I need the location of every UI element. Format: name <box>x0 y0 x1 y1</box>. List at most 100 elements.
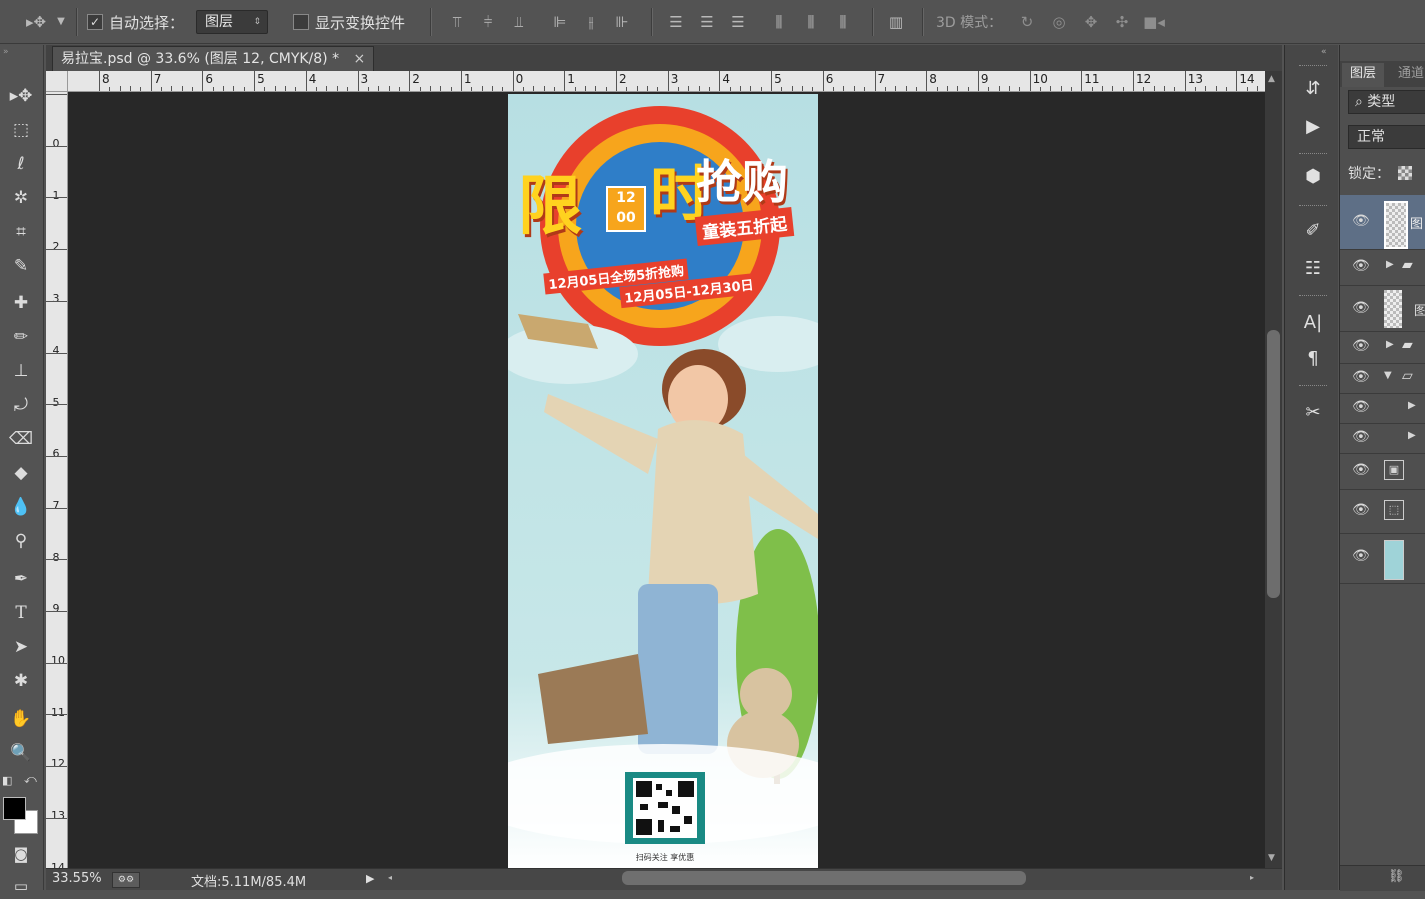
align-left-icon[interactable]: ⊫ <box>549 13 571 31</box>
close-tab-icon[interactable]: × <box>354 51 366 67</box>
canvas-area[interactable]: 限 12 00 时 抢购 童装五折起 12月05日全场5折抢购 12月05日-1… <box>68 92 1265 868</box>
history-panel-icon[interactable]: ⇵ <box>1299 75 1327 103</box>
layer-row-group[interactable]: 👁 ▶ ▰ <box>1340 332 1425 364</box>
link-layers-icon[interactable]: ⛓ <box>1388 869 1405 884</box>
brush-tool-icon[interactable]: ✏ <box>7 324 35 350</box>
tools-options-icon[interactable]: ✂ <box>1299 399 1327 427</box>
distribute-hcenter-icon[interactable]: ⫼ <box>800 13 822 31</box>
path-selection-tool-icon[interactable]: ➤ <box>7 634 35 660</box>
collapse-arrows-icon[interactable]: » <box>3 47 9 57</box>
panel-grip[interactable] <box>1299 295 1327 299</box>
vertical-scroll-thumb[interactable] <box>1267 330 1280 598</box>
eye-icon[interactable]: 👁 <box>1352 369 1370 385</box>
document-tab[interactable]: 易拉宝.psd @ 33.6% (图层 12, CMYK/8) * × <box>52 46 375 71</box>
align-hcenter-icon[interactable]: ⫲ <box>580 13 602 31</box>
drag-3d-icon[interactable]: ✥ <box>1080 13 1102 31</box>
lock-transparency-icon[interactable] <box>1398 166 1412 180</box>
eye-icon[interactable]: 👁 <box>1352 548 1370 564</box>
lasso-tool-icon[interactable]: ℓ <box>7 151 35 177</box>
3d-panel-icon[interactable]: ⬢ <box>1299 163 1327 191</box>
distribute-bottom-icon[interactable]: ☰ <box>727 13 749 31</box>
panel-grip[interactable] <box>1299 385 1327 389</box>
paragraph-panel-icon[interactable]: ¶ <box>1299 345 1327 373</box>
eye-icon[interactable]: 👁 <box>1352 502 1370 518</box>
scroll-down-arrow-icon[interactable]: ▼ <box>1268 853 1275 863</box>
poster-artwork[interactable]: 限 12 00 时 抢购 童装五折起 12月05日全场5折抢购 12月05日-1… <box>508 94 818 868</box>
eye-icon[interactable]: 👁 <box>1352 213 1370 229</box>
layer-row[interactable]: 👁 图 <box>1340 286 1425 332</box>
scroll-up-arrow-icon[interactable]: ▲ <box>1268 74 1275 84</box>
foreground-color-swatch[interactable] <box>3 797 26 820</box>
layer-row-subgroup[interactable]: 👁 ▶ <box>1340 394 1425 424</box>
horizontal-scroll-thumb[interactable] <box>622 871 1026 885</box>
scale-3d-icon[interactable]: ■◂ <box>1143 13 1165 31</box>
quick-mask-icon[interactable]: ◙ <box>7 841 35 867</box>
healing-brush-tool-icon[interactable]: ✚ <box>7 290 35 316</box>
status-menu-arrow-icon[interactable]: ▶ <box>366 872 374 885</box>
eye-icon[interactable]: 👁 <box>1352 429 1370 445</box>
move-tool-icon[interactable]: ▸✥ <box>7 83 35 109</box>
clone-stamp-tool-icon[interactable]: ⊥ <box>7 358 35 384</box>
align-vcenter-icon[interactable]: ⫩ <box>477 13 499 31</box>
adjustments-panel-icon[interactable]: ☷ <box>1299 255 1327 283</box>
default-colors-icon[interactable]: ◧ <box>2 774 12 787</box>
eye-icon[interactable]: 👁 <box>1352 338 1370 354</box>
eye-icon[interactable]: 👁 <box>1352 462 1370 478</box>
eraser-tool-icon[interactable]: ⌫ <box>7 426 35 452</box>
slide-3d-icon[interactable]: ✣ <box>1111 13 1133 31</box>
actions-panel-icon[interactable]: ▶ <box>1299 113 1327 141</box>
paint-bucket-tool-icon[interactable]: ◆ <box>7 460 35 486</box>
distribute-top-icon[interactable]: ☰ <box>665 13 687 31</box>
distribute-left-icon[interactable]: ⫼ <box>768 13 790 31</box>
layer-filter-select[interactable]: ⌕ 类型 <box>1348 90 1425 114</box>
screen-mode-icon[interactable]: ▭ <box>7 873 35 899</box>
ruler-origin[interactable] <box>46 71 68 92</box>
auto-select-target-select[interactable]: 图层 ⇕ <box>196 10 268 34</box>
expand-arrow-icon[interactable]: ▶ <box>1408 400 1416 411</box>
show-transform-checkbox[interactable]: 显示变换控件 <box>293 0 405 44</box>
zoom-tool-icon[interactable]: 🔍 <box>7 740 35 766</box>
magic-wand-tool-icon[interactable]: ✲ <box>7 185 35 211</box>
panel-grip[interactable] <box>1299 153 1327 157</box>
tool-preset-dropdown-icon[interactable]: ▼ <box>54 13 68 31</box>
dodge-tool-icon[interactable]: ⚲ <box>7 528 35 554</box>
auto-select-checkbox[interactable]: ✓ 自动选择： <box>87 0 184 44</box>
align-bottom-icon[interactable]: ⫫ <box>508 13 530 31</box>
tab-channels[interactable]: 通道 <box>1398 63 1424 85</box>
blur-tool-icon[interactable]: 💧 <box>7 494 35 520</box>
swap-colors-icon[interactable]: ⤺ <box>24 772 37 787</box>
distribute-vcenter-icon[interactable]: ☰ <box>696 13 718 31</box>
expand-panels-icon[interactable]: « <box>1321 47 1327 57</box>
horizontal-ruler[interactable]: 8 7 6 5 4 3 2 1 0 1 2 3 4 5 6 7 8 9 10 11 12 13 14 <box>46 71 1265 92</box>
type-tool-icon[interactable]: T <box>7 600 35 626</box>
history-brush-tool-icon[interactable]: ⤾ <box>7 392 35 418</box>
tool-presets-icon[interactable]: ✐ <box>1299 217 1327 245</box>
tab-layers[interactable]: 图层 <box>1342 63 1385 87</box>
character-panel-icon[interactable]: A| <box>1299 309 1327 337</box>
layer-row-subgroup[interactable]: 👁 ▶ <box>1340 424 1425 454</box>
collapse-arrow-icon[interactable]: ▼ <box>1384 370 1392 381</box>
distribute-right-icon[interactable]: ⫼ <box>832 13 854 31</box>
align-right-icon[interactable]: ⊪ <box>611 13 633 31</box>
expand-arrow-icon[interactable]: ▶ <box>1408 430 1416 441</box>
align-top-icon[interactable]: ⫪ <box>446 13 468 31</box>
panel-grip[interactable] <box>1299 205 1327 209</box>
rotate-3d-icon[interactable]: ↻ <box>1016 13 1038 31</box>
crop-tool-icon[interactable]: ⌗ <box>7 219 35 245</box>
layer-row-background[interactable]: 👁 <box>1340 534 1425 584</box>
expand-arrow-icon[interactable]: ▶ <box>1386 259 1394 270</box>
layer-row-group[interactable]: 👁 ▶ ▰ <box>1340 250 1425 286</box>
zoom-level[interactable]: 33.55% <box>52 871 102 886</box>
layer-row-smart-object[interactable]: 👁 ▣ <box>1340 454 1425 490</box>
panel-grip[interactable] <box>1299 65 1327 69</box>
roll-3d-icon[interactable]: ◎ <box>1048 13 1070 31</box>
eye-icon[interactable]: 👁 <box>1352 300 1370 316</box>
eye-icon[interactable]: 👁 <box>1352 258 1370 274</box>
blend-mode-select[interactable]: 正常 <box>1348 125 1425 149</box>
eye-icon[interactable]: 👁 <box>1352 399 1370 415</box>
zoom-widget-icon[interactable]: ⚙⚙ <box>112 872 140 888</box>
custom-shape-tool-icon[interactable]: ✱ <box>7 668 35 694</box>
eyedropper-tool-icon[interactable]: ✎ <box>7 253 35 279</box>
scroll-right-arrow-icon[interactable]: ▸ <box>1250 873 1254 882</box>
auto-align-icon[interactable]: ▥ <box>885 13 907 31</box>
